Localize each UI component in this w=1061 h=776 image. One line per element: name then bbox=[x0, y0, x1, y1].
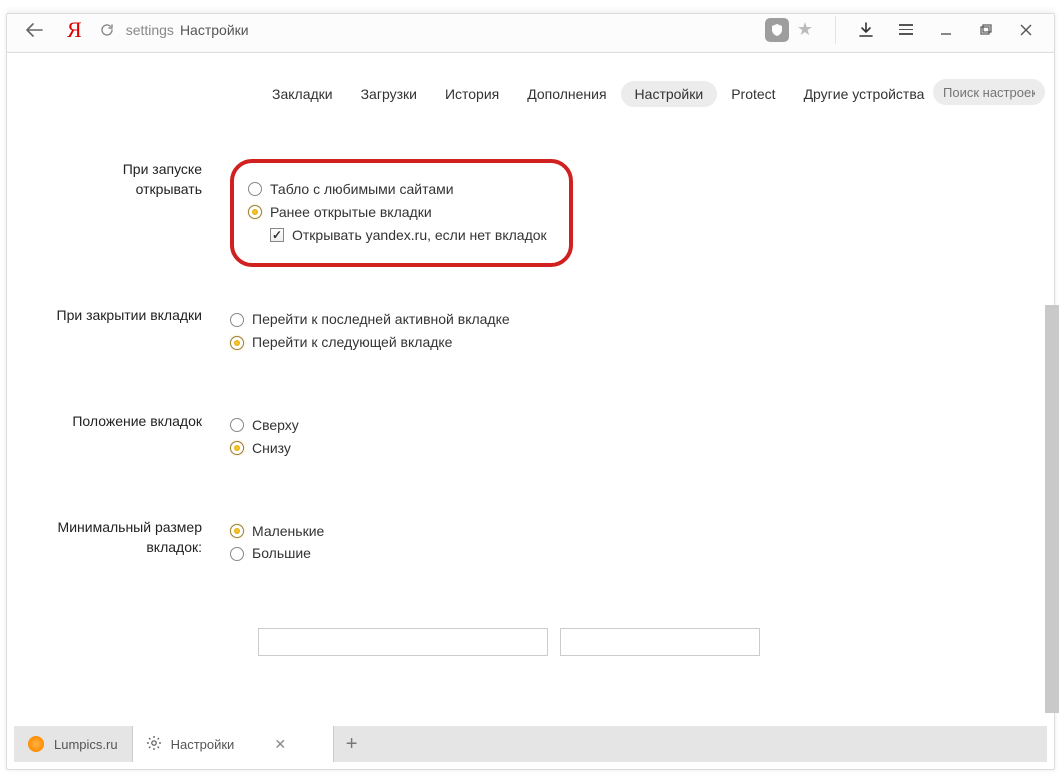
radio-icon bbox=[230, 441, 244, 455]
nav-downloads[interactable]: Загрузки bbox=[347, 81, 431, 107]
radio-icon bbox=[230, 336, 244, 350]
tab-title: Настройки bbox=[171, 737, 235, 752]
dropdown-stub[interactable] bbox=[560, 628, 760, 656]
settings-page: Закладки Загрузки История Дополнения Нас… bbox=[14, 53, 1047, 726]
dropdown-stub[interactable] bbox=[258, 628, 548, 656]
window-close-icon[interactable] bbox=[1006, 15, 1046, 45]
section-close-tab: При закрытии вкладки Перейти к последней… bbox=[14, 305, 1047, 357]
close-tab-label: При закрытии вкладки bbox=[14, 305, 230, 357]
section-stub bbox=[14, 628, 1047, 656]
tab-lumpics[interactable]: Lumpics.ru bbox=[14, 726, 132, 762]
browser-chrome: Я settings Настройки ★ bbox=[7, 7, 1054, 53]
favicon-icon bbox=[28, 736, 44, 752]
back-button[interactable] bbox=[15, 15, 53, 45]
startup-opt-open-yandex[interactable]: Открывать yandex.ru, если нет вкладок bbox=[270, 227, 547, 244]
startup-label: При запуске открывать bbox=[14, 159, 230, 267]
radio-icon bbox=[230, 547, 244, 561]
startup-opt-tableau[interactable]: Табло с любимыми сайтами bbox=[248, 181, 547, 198]
nav-settings[interactable]: Настройки bbox=[621, 81, 718, 107]
settings-nav: Закладки Загрузки История Дополнения Нас… bbox=[14, 53, 1047, 141]
close-tab-opt-last-active[interactable]: Перейти к последней активной вкладке bbox=[230, 311, 1047, 328]
nav-protect[interactable]: Protect bbox=[717, 81, 789, 107]
nav-history[interactable]: История bbox=[431, 81, 513, 107]
settings-search-input[interactable] bbox=[933, 79, 1045, 105]
section-min-tab-size: Минимальный размер вкладок: Маленькие Бо… bbox=[14, 517, 1047, 569]
address-key: settings bbox=[126, 22, 174, 38]
radio-icon bbox=[248, 182, 262, 196]
tab-close-icon[interactable]: ✕ bbox=[274, 736, 286, 753]
window-maximize-icon[interactable] bbox=[966, 15, 1006, 45]
section-tab-position: Положение вкладок Сверху Снизу bbox=[14, 411, 1047, 463]
new-tab-button[interactable]: + bbox=[334, 726, 370, 762]
close-tab-opt-next[interactable]: Перейти к следующей вкладке bbox=[230, 334, 1047, 351]
section-startup: При запуске открывать Табло с любимыми с… bbox=[14, 159, 1047, 267]
nav-bookmarks[interactable]: Закладки bbox=[258, 81, 347, 107]
yandex-logo[interactable]: Я bbox=[67, 17, 82, 43]
tab-pos-opt-bottom[interactable]: Снизу bbox=[230, 440, 1047, 457]
startup-opt-restore-tabs[interactable]: Ранее открытые вкладки bbox=[248, 204, 547, 221]
gear-icon bbox=[147, 736, 161, 753]
radio-icon bbox=[230, 524, 244, 538]
min-size-opt-large[interactable]: Большие bbox=[230, 545, 1047, 562]
address-bar[interactable]: settings Настройки ★ bbox=[92, 15, 825, 45]
min-size-opt-small[interactable]: Маленькие bbox=[230, 523, 1047, 540]
nav-other-devices[interactable]: Другие устройства bbox=[790, 81, 939, 107]
radio-icon bbox=[248, 205, 262, 219]
radio-icon bbox=[230, 313, 244, 327]
radio-icon bbox=[230, 418, 244, 432]
startup-options-highlight: Табло с любимыми сайтами Ранее открытые … bbox=[230, 159, 573, 267]
bookmark-star-icon[interactable]: ★ bbox=[793, 19, 817, 40]
downloads-icon[interactable] bbox=[846, 15, 886, 45]
checkbox-icon bbox=[270, 228, 284, 242]
min-tab-size-label: Минимальный размер вкладок: bbox=[14, 517, 230, 569]
scrollbar-track[interactable] bbox=[1045, 53, 1059, 726]
reload-icon[interactable] bbox=[96, 19, 118, 41]
tab-strip: Lumpics.ru Настройки ✕ + bbox=[14, 726, 1047, 762]
tab-position-label: Положение вкладок bbox=[14, 411, 230, 463]
tab-title: Lumpics.ru bbox=[54, 737, 118, 752]
window-minimize-icon[interactable] bbox=[926, 15, 966, 45]
tab-pos-opt-top[interactable]: Сверху bbox=[230, 417, 1047, 434]
protect-shield-icon[interactable] bbox=[765, 18, 789, 42]
tab-settings[interactable]: Настройки ✕ bbox=[133, 726, 333, 762]
nav-addons[interactable]: Дополнения bbox=[513, 81, 620, 107]
address-title: Настройки bbox=[180, 22, 249, 38]
menu-button[interactable] bbox=[886, 15, 926, 45]
scrollbar-thumb[interactable] bbox=[1045, 305, 1059, 713]
